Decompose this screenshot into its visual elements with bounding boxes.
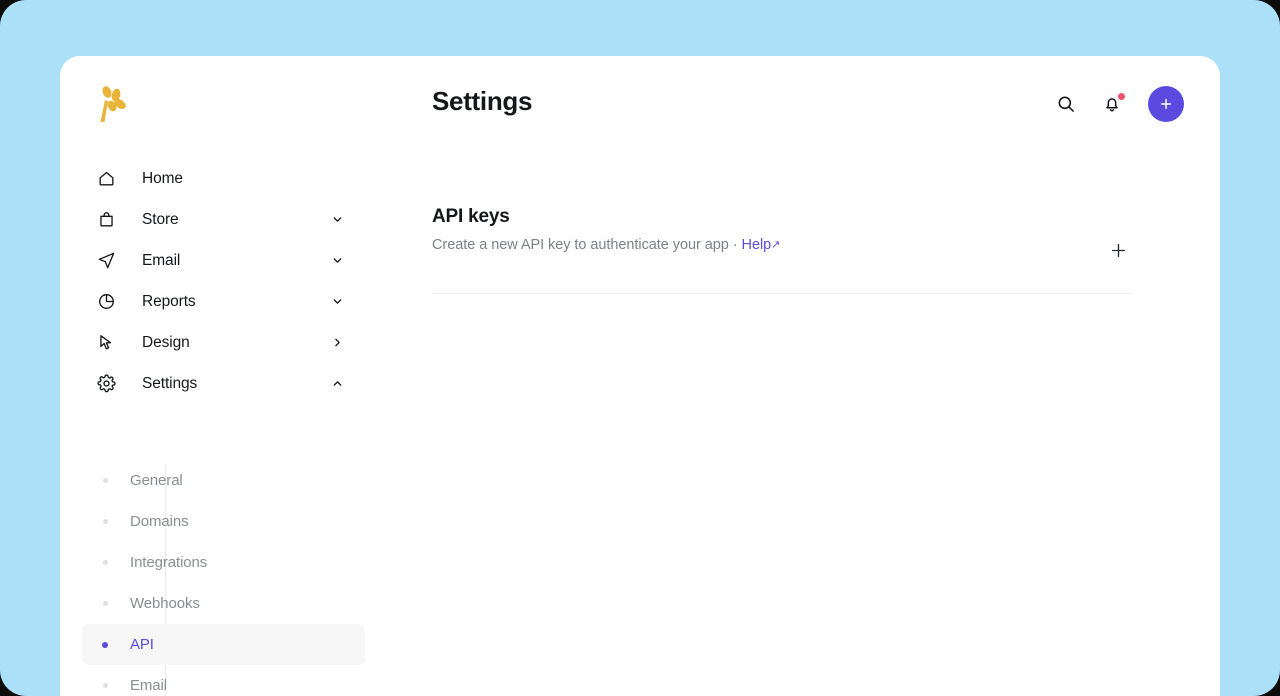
section-subtitle: Create a new API key to authenticate you… [432, 237, 1180, 253]
app-window: Home Store Email [60, 56, 1220, 696]
sidebar-item-label: Design [142, 334, 190, 352]
sidebar-item-reports[interactable]: Reports [60, 281, 372, 322]
sidebar-item-label: Domains [130, 513, 189, 530]
bag-icon [96, 210, 116, 230]
sidebar-item-label: Settings [142, 375, 197, 393]
api-keys-section: API keys Create a new API key to authent… [432, 206, 1180, 253]
sidebar-item-store[interactable]: Store [60, 199, 372, 240]
flower-logo[interactable] [96, 86, 130, 126]
search-button[interactable] [1054, 92, 1078, 116]
primary-navigation: Home Store Email [60, 158, 372, 404]
sidebar-item-email[interactable]: Email [60, 240, 372, 281]
chevron-down-icon[interactable] [330, 213, 344, 227]
page-backdrop: Home Store Email [0, 0, 1280, 696]
chevron-down-icon[interactable] [330, 295, 344, 309]
section-divider [432, 293, 1132, 294]
settings-subnavigation: General Domains Integrations Webhooks AP… [60, 460, 372, 696]
chevron-down-icon[interactable] [330, 254, 344, 268]
sidebar-item-label: Integrations [130, 554, 207, 571]
help-link-label: Help [742, 237, 772, 253]
sidebar-item-label: Store [142, 211, 179, 229]
notifications-button[interactable] [1100, 92, 1124, 116]
section-subtitle-text: Create a new API key to authenticate you… [432, 237, 742, 253]
sidebar-item-general[interactable]: General [82, 460, 365, 501]
plus-icon [1109, 241, 1128, 260]
sidebar-item-email-settings[interactable]: Email [82, 665, 365, 696]
sidebar-item-api[interactable]: API [82, 624, 365, 665]
bullet-icon [103, 478, 108, 483]
help-link[interactable]: Help↗ [742, 237, 781, 253]
plus-icon [1158, 96, 1174, 112]
sidebar-item-label: Email [130, 677, 167, 694]
bullet-icon [103, 519, 108, 524]
main-content: Settings [372, 56, 1220, 696]
sidebar-item-label: Email [142, 252, 180, 270]
section-title: API keys [432, 206, 1180, 228]
gear-icon [96, 374, 116, 394]
sidebar-item-domains[interactable]: Domains [82, 501, 365, 542]
sidebar-item-webhooks[interactable]: Webhooks [82, 583, 365, 624]
notification-badge [1118, 93, 1125, 100]
bullet-icon [103, 601, 108, 606]
search-icon [1056, 94, 1076, 114]
external-link-icon: ↗ [771, 239, 780, 251]
sidebar-item-label: Webhooks [130, 595, 200, 612]
sidebar-item-integrations[interactable]: Integrations [82, 542, 365, 583]
page-title: Settings [432, 86, 532, 117]
send-icon [96, 251, 116, 271]
chevron-up-icon[interactable] [330, 377, 344, 391]
topbar-actions [1054, 86, 1184, 122]
sidebar-item-home[interactable]: Home [60, 158, 372, 199]
home-icon [96, 169, 116, 189]
create-button[interactable] [1148, 86, 1184, 122]
bullet-icon [103, 683, 108, 688]
sidebar-item-label: Reports [142, 293, 196, 311]
topbar: Settings [372, 56, 1220, 160]
chevron-right-icon[interactable] [330, 336, 344, 350]
add-api-key-button[interactable] [1104, 236, 1132, 264]
bullet-icon [103, 560, 108, 565]
cursor-icon [96, 333, 116, 353]
sidebar-item-design[interactable]: Design [60, 322, 372, 363]
bullet-icon [102, 642, 108, 648]
sidebar: Home Store Email [60, 56, 372, 696]
sidebar-item-label: General [130, 472, 183, 489]
pie-chart-icon [96, 292, 116, 312]
sidebar-item-label: API [130, 636, 154, 653]
sidebar-item-label: Home [142, 170, 183, 188]
sidebar-item-settings[interactable]: Settings [60, 363, 372, 404]
